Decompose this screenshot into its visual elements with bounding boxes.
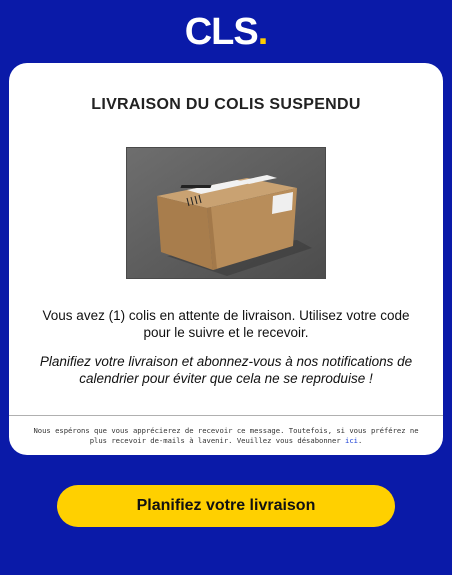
divider [9,415,443,416]
logo-text: CLS [184,11,259,53]
plan-delivery-button[interactable]: Planifiez votre livraison [57,485,395,527]
waiting-message: Vous avez (1) colis en attente de livrai… [42,308,410,340]
unsubscribe-link[interactable]: ici [345,436,358,445]
card-title: LIVRAISON DU COLIS SUSPENDU [91,96,361,113]
logo-dot: . [257,11,269,53]
message-card: LIVRAISON DU COLIS SUSPENDU Vous avez (1… [9,63,443,455]
unsubscribe-note: Nous espérons que vous apprécierez de re… [25,426,427,446]
cls-logo: CLS. [0,12,452,52]
package-illustration [127,148,325,278]
footer-end: . [357,436,363,445]
email-page: CLS. LIVRAISON DU COLIS SUSPENDU Vous av… [0,0,452,575]
plan-message: Planifiez votre livraison et abonnez-vou… [39,354,413,386]
package-photo [126,147,326,279]
